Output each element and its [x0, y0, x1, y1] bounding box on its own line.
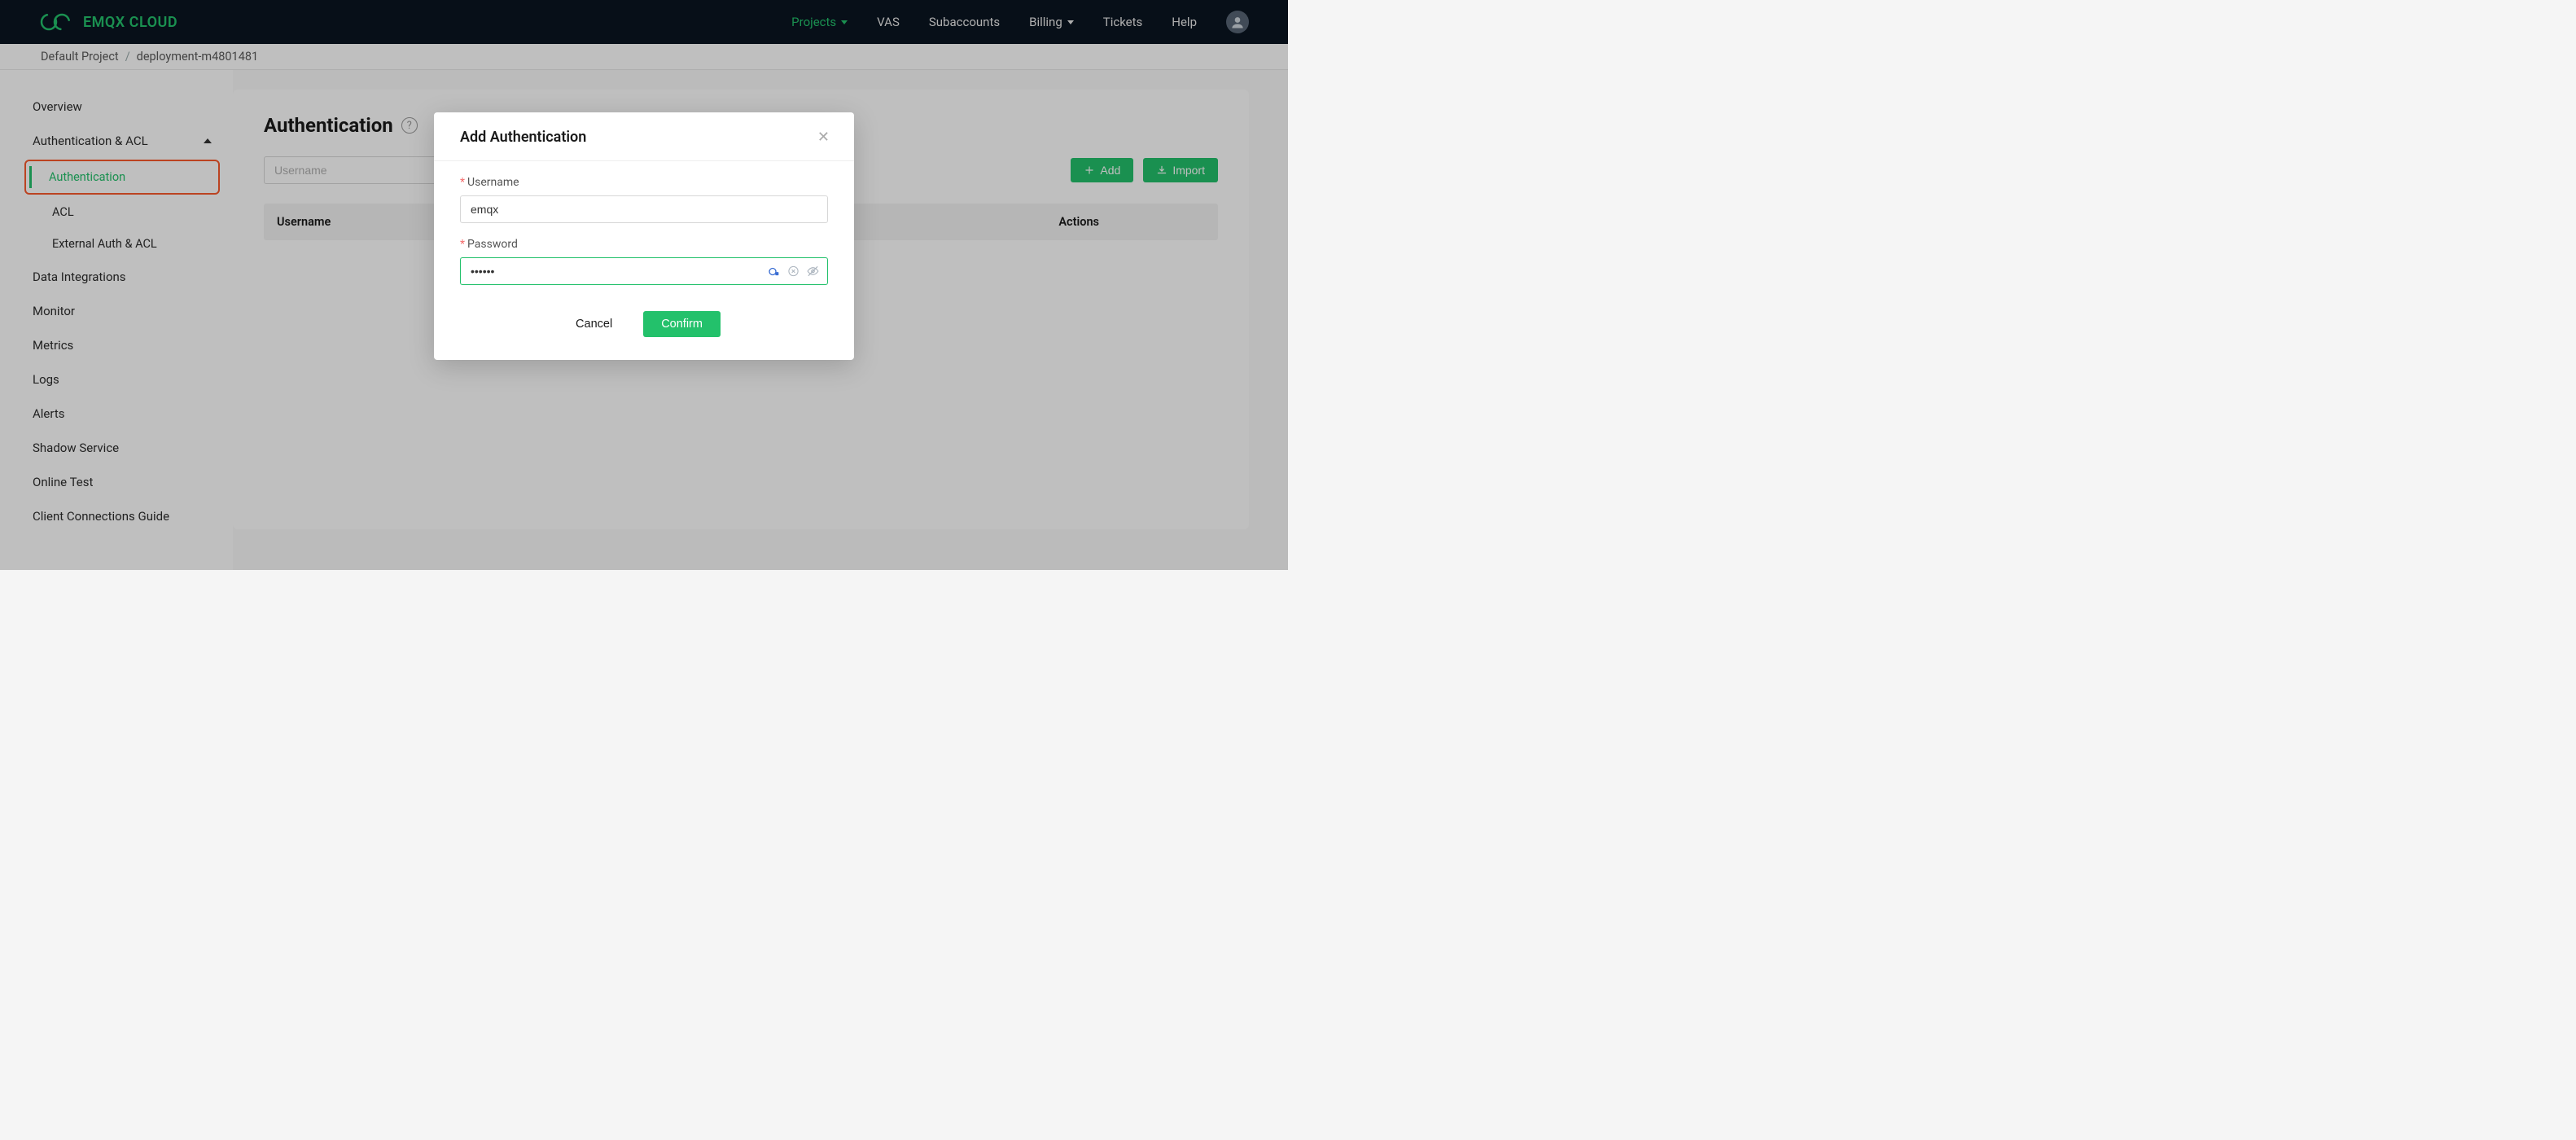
modal-footer: Cancel Confirm — [460, 300, 828, 337]
confirm-button[interactable]: Confirm — [643, 311, 721, 337]
modal-body: *Username *Password — [434, 161, 854, 360]
password-label-text: Password — [467, 238, 518, 251]
modal-overlay[interactable]: Add Authentication ✕ *Username *Password — [0, 0, 1288, 570]
password-input-wrap — [460, 257, 828, 285]
modal-title: Add Authentication — [460, 129, 586, 146]
cancel-button[interactable]: Cancel — [567, 311, 620, 337]
eye-off-icon[interactable] — [806, 265, 820, 278]
key-lock-icon[interactable] — [768, 265, 781, 278]
password-field-group: *Password — [460, 238, 828, 285]
modal-header: Add Authentication ✕ — [434, 112, 854, 161]
username-label-text: Username — [467, 176, 519, 189]
password-label: *Password — [460, 238, 828, 251]
close-button[interactable]: ✕ — [813, 127, 835, 147]
username-field-group: *Username — [460, 176, 828, 223]
required-indicator: * — [460, 238, 465, 251]
required-indicator: * — [460, 176, 465, 189]
password-icons — [768, 265, 820, 278]
username-label: *Username — [460, 176, 828, 189]
close-icon: ✕ — [817, 129, 830, 145]
username-input[interactable] — [460, 195, 828, 223]
clear-circle-icon[interactable] — [787, 265, 800, 278]
add-authentication-modal: Add Authentication ✕ *Username *Password — [434, 112, 854, 360]
